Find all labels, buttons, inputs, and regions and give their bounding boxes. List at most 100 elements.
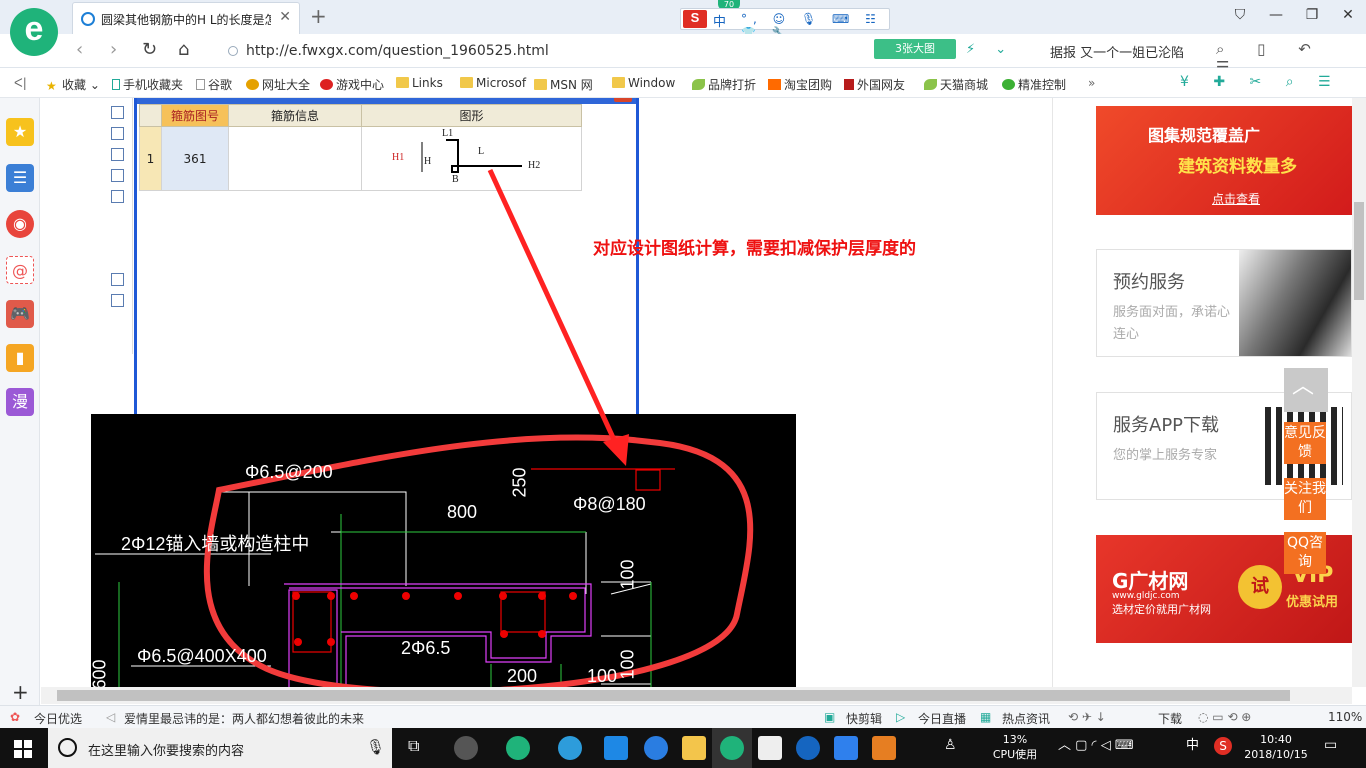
quick-cut-link[interactable]: 快剪辑: [846, 710, 882, 727]
back-icon[interactable]: ‹: [76, 39, 83, 60]
cpu-meter[interactable]: 13% CPU使用: [990, 732, 1040, 762]
scroll-thumb[interactable]: [1354, 202, 1364, 300]
browser-logo-icon[interactable]: [10, 8, 58, 56]
glodon-icon[interactable]: [796, 736, 820, 760]
close-button[interactable]: ✕: [1330, 0, 1366, 30]
sidebar-game-icon[interactable]: 🎮: [6, 300, 34, 328]
forward-icon[interactable]: ›: [110, 39, 117, 60]
cad-label: 800: [447, 502, 478, 522]
edge-icon[interactable]: [604, 736, 628, 760]
sidebar-comic-icon[interactable]: 漫: [6, 388, 34, 416]
follow-button[interactable]: 关注我们: [1284, 478, 1326, 520]
today-pick-link[interactable]: 今日优选: [34, 710, 82, 727]
game-icon: [320, 79, 333, 90]
microphone-icon[interactable]: 🎙: [366, 738, 385, 756]
bookmark-mobile[interactable]: 手机收藏夹: [112, 76, 183, 93]
bookmark-favorites[interactable]: ★ 收藏 ⌄: [46, 76, 100, 93]
browser-status-bar: ✿ 今日优选 ◁ 爱情里最忌讳的是：两人都幻想着彼此的未来 ▣ 快剪辑 ▷ 今日…: [0, 705, 1366, 728]
horizontal-scrollbar[interactable]: [41, 687, 1352, 704]
calendar-icon[interactable]: [834, 736, 858, 760]
sidebar-weibo-icon[interactable]: ◉: [6, 210, 34, 238]
bookmark-microsoft[interactable]: Microsof: [460, 76, 526, 90]
site-info-icon[interactable]: [228, 46, 238, 56]
download-link[interactable]: 下载: [1158, 710, 1182, 727]
ie-icon[interactable]: [644, 736, 668, 760]
sogou-icon[interactable]: S: [683, 10, 707, 28]
home-icon[interactable]: ⌂: [178, 39, 189, 60]
big-image-button[interactable]: 3张大图: [874, 39, 956, 59]
bookmarks-collapse-icon[interactable]: ᐸ|: [14, 76, 27, 90]
hot-news-link[interactable]: 热点资讯: [1002, 710, 1050, 727]
bookmark-tmall[interactable]: 天猫商城: [924, 76, 988, 93]
phone-icon: [112, 79, 120, 90]
notification-icon[interactable]: ▭: [1324, 738, 1337, 753]
bookmark-tools-icons[interactable]: ¥ ✚ ✂ ⌕ ☰: [1180, 74, 1341, 90]
bookmark-google[interactable]: 谷歌: [196, 76, 232, 93]
clock[interactable]: 10:40 2018/10/15: [1240, 732, 1312, 762]
url-text[interactable]: http://e.fwxgx.com/question_1960525.html: [246, 43, 549, 59]
column-divider: [1052, 98, 1053, 687]
tab-close-icon[interactable]: ✕: [279, 9, 291, 25]
folder-icon: [460, 77, 473, 88]
tray-icons[interactable]: ︿ ▢ ◜ ◁ ⌨: [1058, 738, 1134, 753]
task-view-icon[interactable]: ⧉: [408, 738, 419, 754]
bookmark-msn[interactable]: MSN 网: [534, 76, 593, 93]
qq-button[interactable]: QQ咨询: [1284, 532, 1326, 574]
vertical-scrollbar[interactable]: [1352, 98, 1366, 687]
ad-banner-atlas[interactable]: 图集规范覆盖广 建筑资料数量多 点击查看: [1096, 106, 1352, 215]
sidebar-add-icon[interactable]: +: [12, 680, 29, 704]
ime-toolbar[interactable]: S 中 °, ☺ 🎙 ⌨ ☷ 👕 🔧: [680, 8, 890, 40]
search-placeholder[interactable]: 在这里输入你要搜索的内容: [88, 740, 244, 759]
skin-icon[interactable]: ⛉: [1222, 0, 1258, 30]
people-icon[interactable]: ♙: [944, 738, 957, 753]
scroll-thumb[interactable]: [57, 690, 1290, 701]
ime-indicator[interactable]: 中: [1186, 738, 1199, 753]
quick-cut-icon: ▣: [824, 710, 836, 724]
ad-link[interactable]: 点击查看: [1212, 190, 1260, 207]
mail-icon[interactable]: [758, 736, 782, 760]
refresh-icon[interactable]: ↻: [142, 39, 157, 60]
file-explorer-icon[interactable]: [682, 736, 706, 760]
zoom-level[interactable]: 110%: [1328, 710, 1362, 724]
bookmark-windows[interactable]: Window: [612, 76, 675, 90]
ad-line: 图集规范覆盖广: [1148, 126, 1261, 145]
bookmark-foreign[interactable]: 外国网友: [844, 76, 905, 93]
headline-link[interactable]: 爱情里最忌讳的是：两人都幻想着彼此的未来: [124, 710, 364, 727]
bookmark-precise[interactable]: 精准控制: [1002, 76, 1066, 93]
pinwheel-app-icon[interactable]: [454, 736, 478, 760]
restore-button[interactable]: ❐: [1294, 0, 1330, 30]
share-speed-icons[interactable]: ⚡ ⌄: [966, 42, 1014, 57]
tab-active[interactable]: 圆梁其他钢筋中的H L的长度是怎 ✕: [72, 2, 300, 34]
taskbar-search[interactable]: 在这里输入你要搜索的内容 🎙: [48, 728, 392, 768]
tab-title: 圆梁其他钢筋中的H L的长度是怎: [101, 13, 271, 27]
sidebar-favorites-icon[interactable]: ★: [6, 118, 34, 146]
sogou-tray-icon[interactable]: S: [1214, 737, 1232, 755]
browser-taskbar-icon[interactable]: [720, 736, 744, 760]
news-ticker[interactable]: 据报 又一个一姐已沦陷: [1050, 42, 1184, 61]
feedback-button[interactable]: 意见反馈: [1284, 422, 1326, 464]
cad-label: 100: [617, 559, 638, 590]
bookmark-taobao[interactable]: 淘宝团购: [768, 76, 832, 93]
browser-2345-icon[interactable]: [506, 736, 530, 760]
bookmark-hao[interactable]: 网址大全: [246, 76, 310, 93]
back-to-top-button[interactable]: [1284, 368, 1328, 412]
status-tools-icons[interactable]: ⟲ ✈ ↓: [1068, 710, 1106, 724]
status-right-icons[interactable]: ◌ ▭ ⟲ ⊕: [1198, 710, 1251, 724]
live-link[interactable]: 今日直播: [918, 710, 966, 727]
ad-slogan: 选材定价就用广材网: [1112, 603, 1211, 616]
minimize-button[interactable]: —: [1258, 0, 1294, 30]
ime-lang[interactable]: 中: [713, 11, 726, 30]
pdf-icon[interactable]: [872, 736, 896, 760]
bookmarks-more-icon[interactable]: »: [1088, 76, 1095, 90]
sidebar-mail-icon[interactable]: @: [6, 256, 34, 284]
bookmark-links[interactable]: Links: [396, 76, 443, 90]
new-tab-button[interactable]: +: [310, 4, 327, 28]
live-icon: ▷: [896, 710, 906, 724]
sidebar-book-icon[interactable]: ▮: [6, 344, 34, 372]
bookmark-brand[interactable]: 品牌打折: [692, 76, 756, 93]
bookmark-games[interactable]: 游戏中心: [320, 76, 384, 93]
service-card[interactable]: 预约服务 服务面对面，承诺心连心: [1096, 249, 1352, 357]
windows-start-icon[interactable]: [14, 740, 32, 758]
360-icon[interactable]: [558, 736, 582, 760]
sidebar-list-icon[interactable]: ☰: [6, 164, 34, 192]
